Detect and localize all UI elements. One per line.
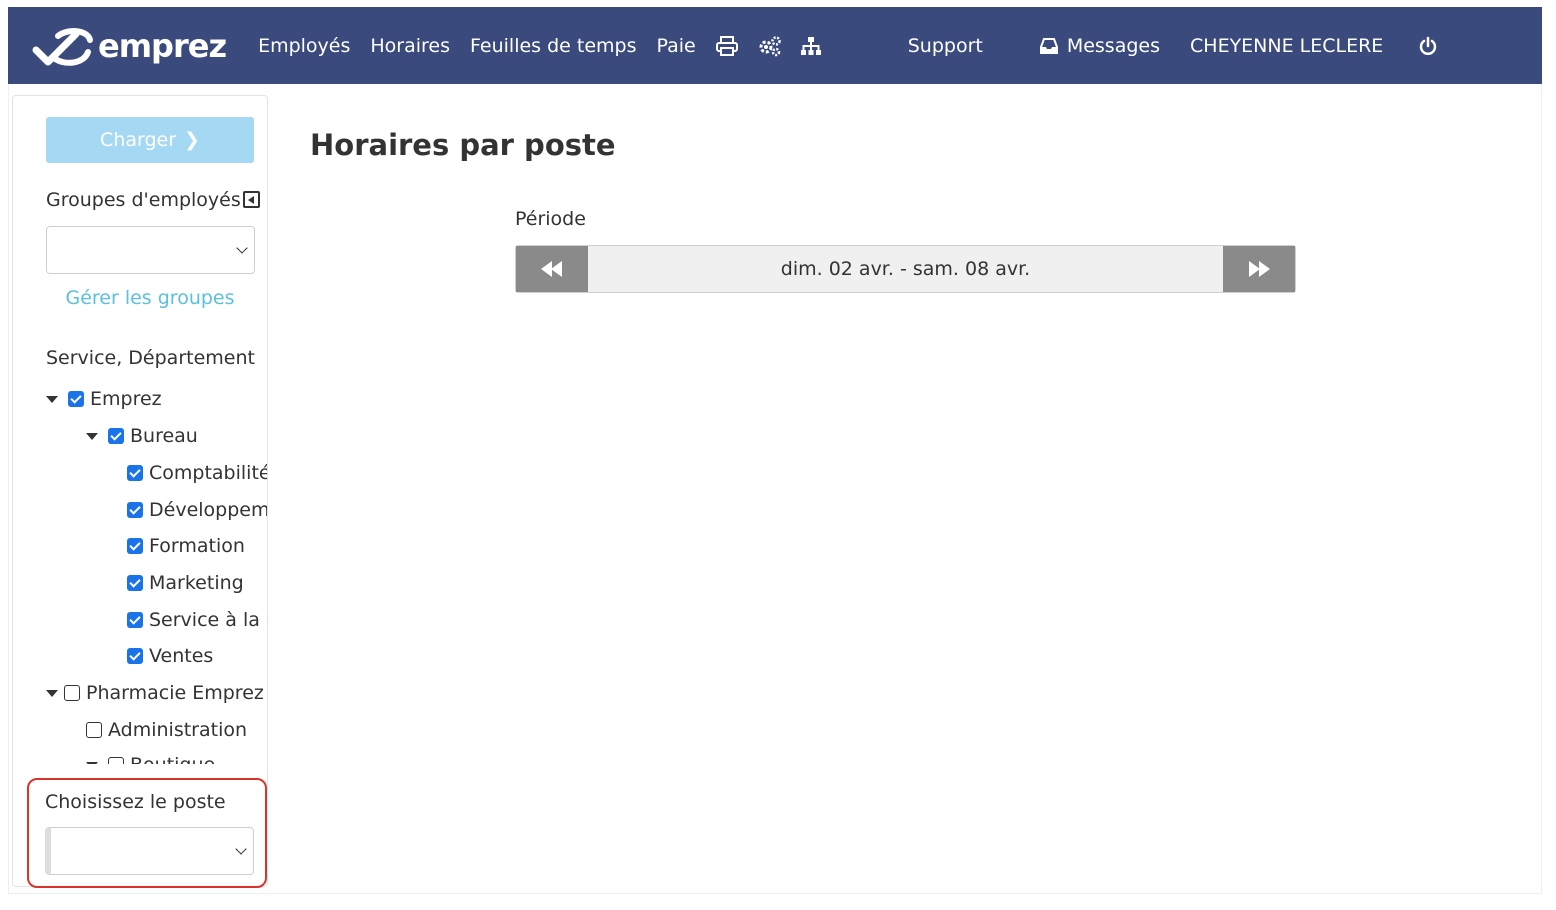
gears-icon[interactable] — [756, 33, 782, 59]
manage-groups-link[interactable]: Gérer les groupes — [13, 287, 267, 309]
tree-item-pharmacie: Pharmacie Emprez — [46, 680, 264, 706]
caret-down-icon[interactable] — [46, 395, 58, 403]
checkbox[interactable] — [64, 685, 80, 701]
top-navbar: emprez Employés Horaires Feuilles de tem… — [8, 7, 1542, 84]
chevron-down-icon — [236, 242, 248, 254]
caret-down-icon[interactable] — [46, 689, 58, 697]
tree-item-marketing: Marketing — [127, 570, 244, 596]
page-title: Horaires par poste — [310, 128, 616, 162]
tree-item-bureau: Bureau — [86, 423, 198, 449]
org-chart-icon[interactable] — [798, 33, 824, 59]
print-icon[interactable] — [714, 33, 740, 59]
tree-item-comptabilite: Comptabilité — [127, 460, 268, 486]
tree-item-label: Bureau — [130, 425, 198, 447]
tree-item-label: Développement — [149, 499, 268, 521]
next-period-button[interactable] — [1223, 246, 1295, 292]
inbox-icon — [1039, 38, 1058, 54]
tree-item-label: Administration — [108, 719, 248, 741]
checkbox[interactable] — [127, 538, 143, 554]
tree-item-developpement: Développement — [127, 497, 268, 523]
groups-label: Groupes d'employés — [46, 189, 241, 211]
tree-item-emprez: Emprez — [46, 386, 162, 412]
period-label: Période — [515, 208, 586, 230]
checkbox[interactable] — [108, 757, 124, 764]
previous-period-button[interactable] — [516, 246, 588, 292]
department-tree: Emprez Bureau Comptabilité Développement… — [13, 386, 268, 764]
tree-item-label: Marketing — [149, 572, 244, 594]
emprez-logo-icon — [32, 27, 93, 66]
rewind-icon — [541, 261, 562, 277]
poste-select[interactable] — [45, 827, 254, 875]
nav-feuilles-de-temps[interactable]: Feuilles de temps — [470, 35, 636, 57]
nav-messages[interactable]: Messages — [1039, 35, 1160, 57]
poste-selector-highlight: Choisissez le poste — [27, 778, 267, 888]
nav-support[interactable]: Support — [908, 35, 983, 57]
tree-item-label: Pharmacie Emprez — [86, 682, 264, 704]
tree-item-label: Service à la clientèle — [149, 609, 267, 631]
tree-item-label: Ventes — [149, 645, 214, 667]
checkbox[interactable] — [127, 648, 143, 664]
nav-horaires[interactable]: Horaires — [370, 35, 450, 57]
fast-forward-icon — [1249, 261, 1270, 277]
tree-item-administration: Administration — [86, 717, 247, 743]
tree-item-label: Comptabilité — [149, 462, 268, 484]
caret-down-icon[interactable] — [86, 761, 98, 764]
power-icon[interactable] — [1415, 33, 1441, 59]
tree-item-label: Formation — [149, 535, 245, 557]
nav-employes[interactable]: Employés — [258, 35, 350, 57]
charger-button[interactable]: Charger ❯ — [46, 117, 254, 163]
period-range[interactable]: dim. 02 avr. - sam. 08 avr. — [588, 246, 1223, 292]
poste-label: Choisissez le poste — [45, 791, 226, 813]
tree-item-label: Boutique — [130, 754, 215, 764]
tree-item-ventes: Ventes — [127, 643, 213, 669]
checkbox[interactable] — [127, 575, 143, 591]
groups-select[interactable] — [46, 226, 255, 274]
nav-paie[interactable]: Paie — [657, 35, 696, 57]
tree-item-formation: Formation — [127, 533, 245, 559]
checkbox[interactable] — [68, 391, 84, 407]
groups-label-row: Groupes d'employés — [46, 189, 260, 211]
checkbox[interactable] — [108, 428, 124, 444]
messages-label: Messages — [1066, 34, 1161, 57]
checkbox[interactable] — [127, 465, 143, 481]
chevron-right-icon: ❯ — [184, 129, 200, 151]
service-label: Service, Département — [46, 347, 255, 369]
caret-down-icon[interactable] — [86, 432, 98, 440]
checkbox[interactable] — [127, 612, 143, 628]
period-navigator: dim. 02 avr. - sam. 08 avr. — [515, 245, 1296, 293]
checkbox[interactable] — [127, 502, 143, 518]
chevron-down-icon — [235, 843, 247, 855]
sidebar: Charger ❯ Groupes d'employés Gérer les g… — [12, 95, 268, 887]
checkbox[interactable] — [86, 722, 102, 738]
tree-item-boutique: Boutique — [86, 752, 215, 764]
tree-item-label: Emprez — [90, 388, 162, 410]
collapse-sidebar-icon[interactable] — [242, 191, 260, 208]
user-menu[interactable]: CHEYENNE LECLERE — [1190, 35, 1383, 57]
brand-name: emprez — [98, 26, 227, 65]
tree-item-service-clientele: Service à la clientèle — [127, 607, 267, 633]
charger-label: Charger — [100, 129, 177, 151]
emprez-logo[interactable]: emprez — [32, 24, 227, 68]
